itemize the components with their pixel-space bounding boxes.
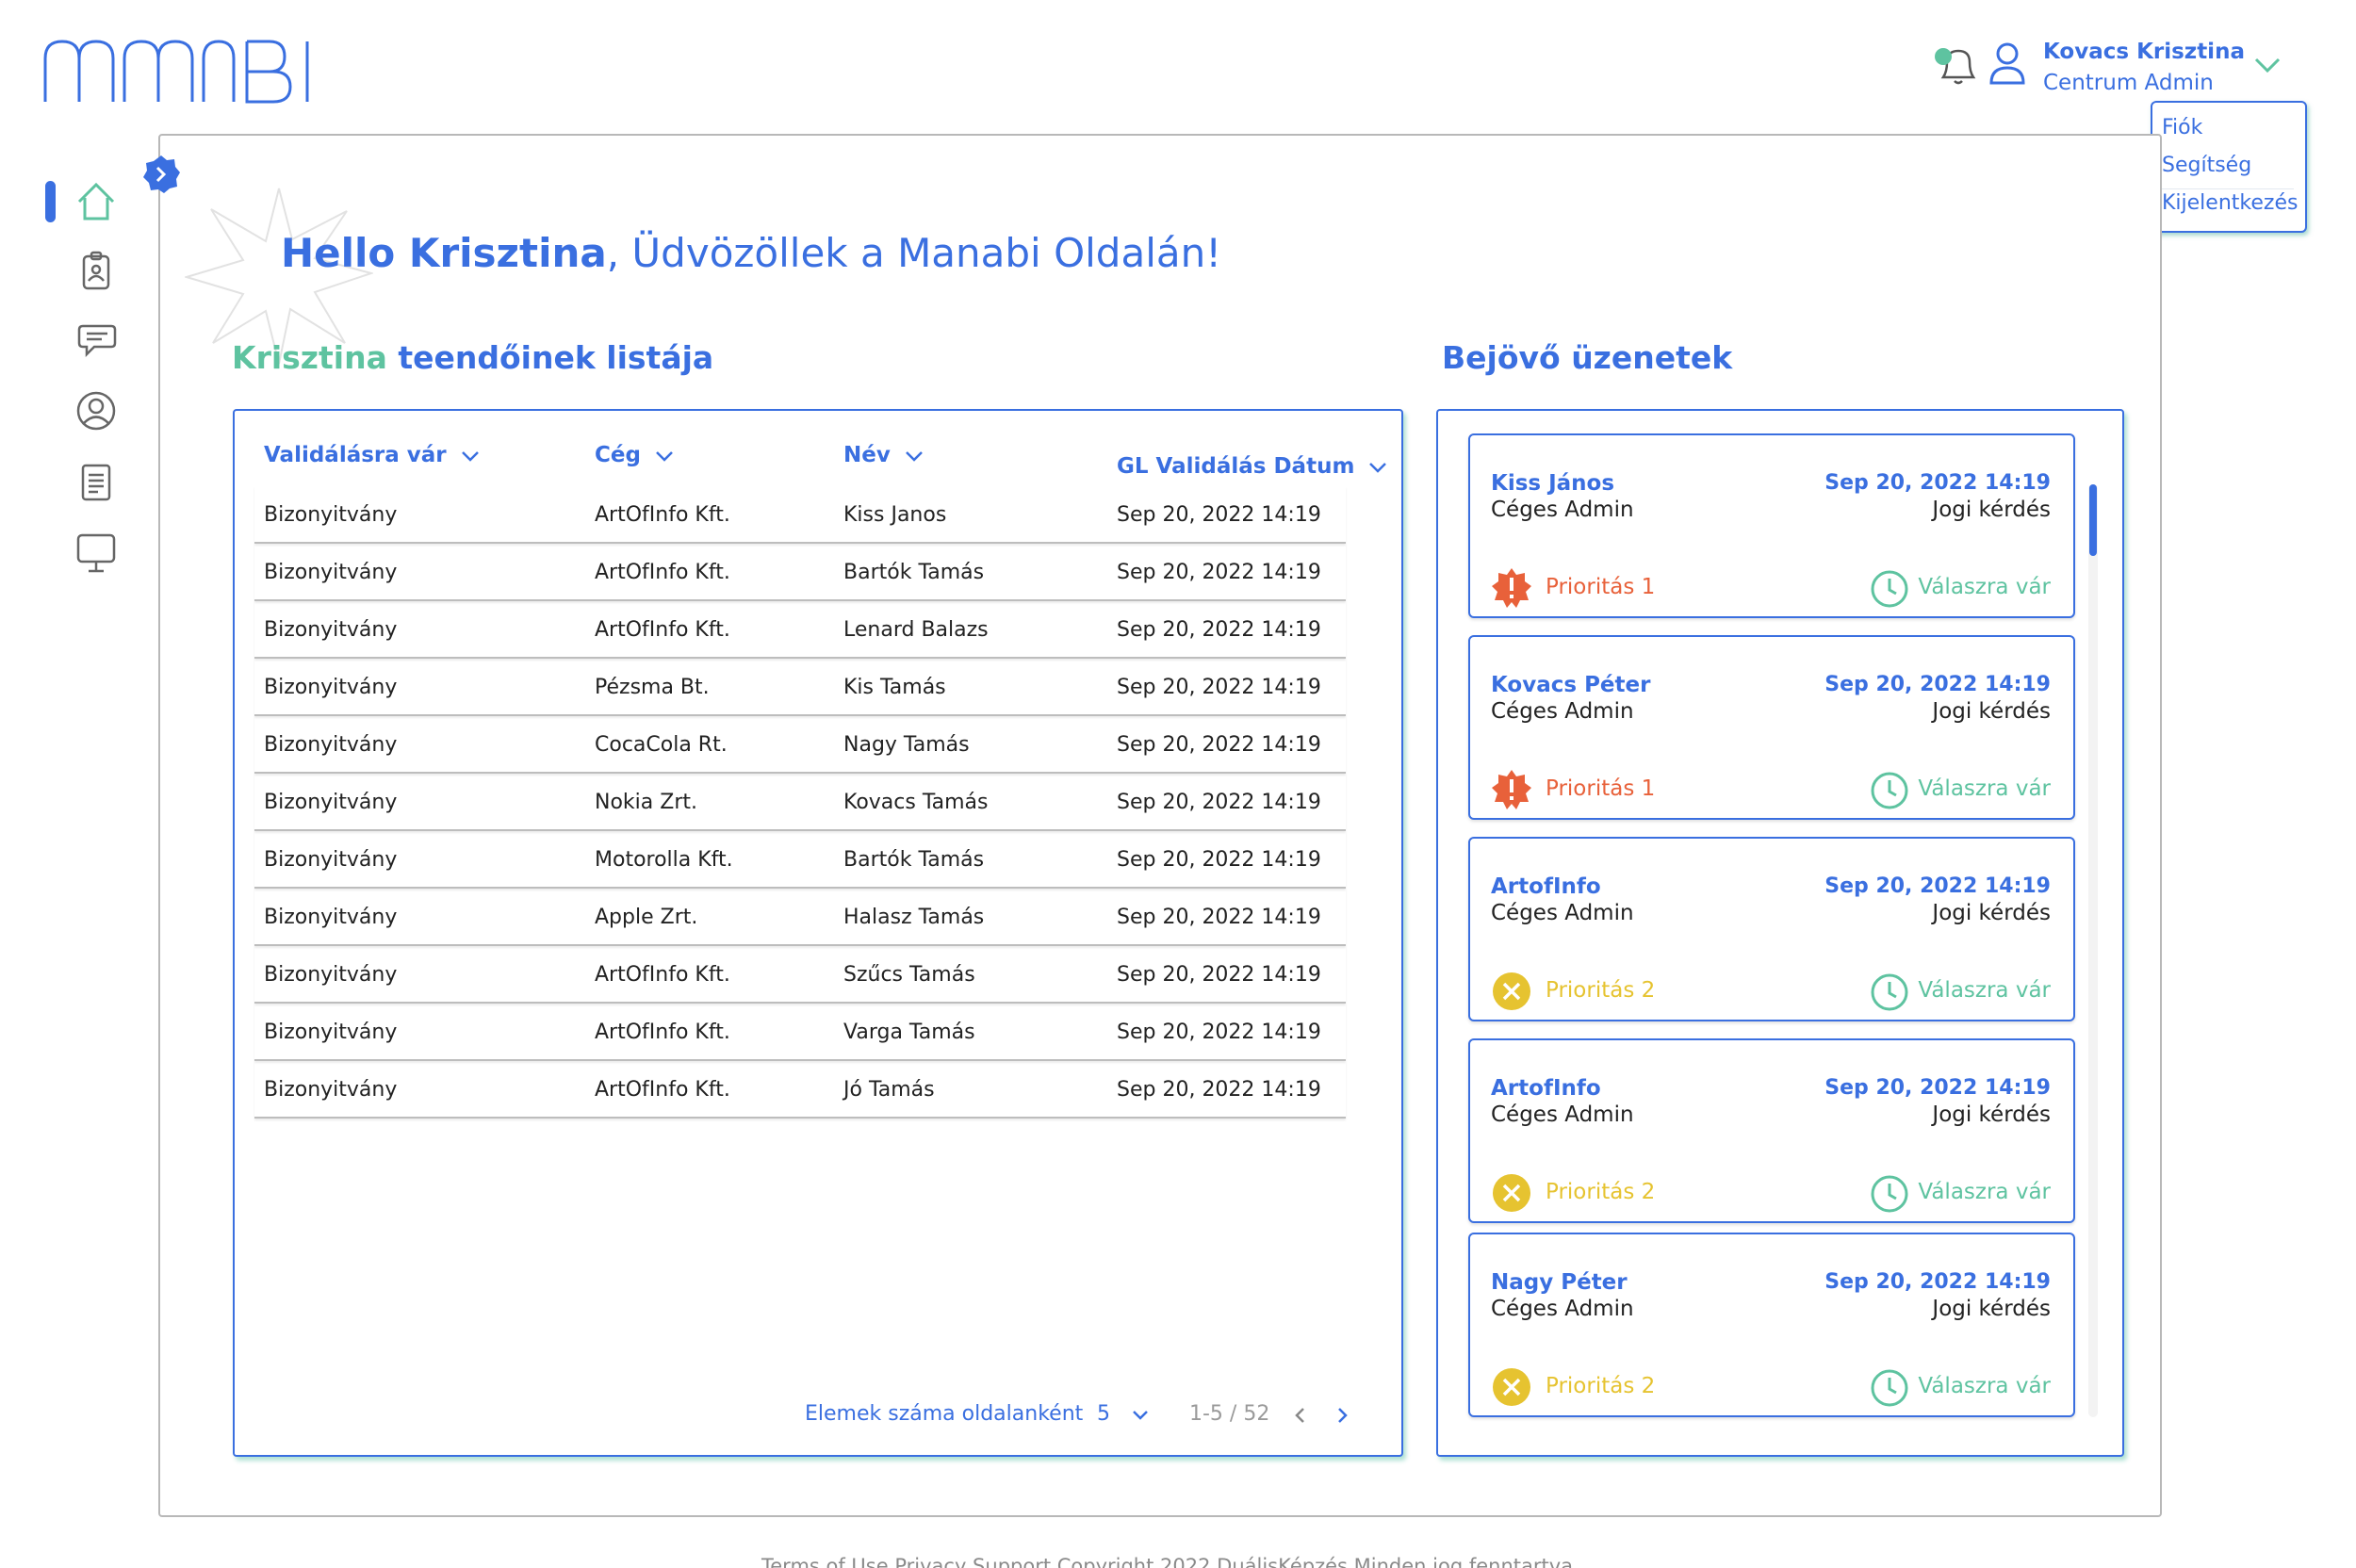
message-sender: Nagy Péter (1491, 1270, 1628, 1295)
chevron-left-icon[interactable] (1289, 1404, 1312, 1427)
page-title: Hello Krisztina, Üdvözöllek a Manabi Old… (281, 230, 1221, 276)
message-topic: Jogi kérdés (1932, 1297, 2051, 1321)
menu-item-logout[interactable]: Kijelentkezés (2162, 189, 2305, 227)
menu-item-help[interactable]: Segítség (2162, 152, 2294, 189)
message-status: Válaszra vár (1918, 978, 2051, 1003)
message-item[interactable]: Kovacs Péter Céges Admin Sep 20, 2022 14… (1468, 635, 2075, 820)
table-row[interactable]: Bizonyitvány CocaCola Rt. Nagy Tamás Sep 20… (254, 716, 1346, 774)
sidebar-expand-icon[interactable] (141, 155, 181, 194)
message-topic: Jogi kérdés (1932, 699, 2051, 724)
clock-icon (1871, 570, 1908, 608)
column-header-date[interactable]: GL Validálás Dátum (1117, 454, 1388, 479)
message-topic: Jogi kérdés (1932, 901, 2051, 925)
user-role: Centrum Admin (2043, 71, 2214, 95)
chevron-right-icon[interactable] (1331, 1404, 1353, 1427)
page-size-select[interactable]: 5 (1097, 1402, 1110, 1426)
menu-item-account[interactable]: Fiók (2162, 114, 2305, 152)
message-priority: Prioritás 2 (1546, 1374, 1656, 1398)
priority-medium-icon (1493, 1174, 1530, 1212)
clock-icon (1871, 973, 1908, 1011)
table-row[interactable]: Bizonyitvány ArtOfInfo Kft. Lenard Balazs S… (254, 601, 1346, 659)
message-sender: ArtofInfo (1491, 1076, 1601, 1101)
message-role: Céges Admin (1491, 498, 1634, 522)
column-header-validation[interactable]: Validálásra vár (264, 443, 481, 467)
todo-section-title: Krisztina teendőinek listája (232, 339, 713, 376)
user-menu-dropdown: Fiók Segítség Kijelentkezés (2151, 101, 2307, 233)
document-icon[interactable] (74, 460, 119, 505)
message-topic: Jogi kérdés (1932, 1102, 2051, 1127)
table-row[interactable]: Bizonyitvány ArtOfInfo Kft. Jó Tamás Sep 20… (254, 1061, 1346, 1119)
table-row[interactable]: Bizonyitvány ArtOfInfo Kft. Kiss Janos Sep … (254, 486, 1346, 544)
footer-text: Terms of Use Privacy Support Copyright 2… (761, 1555, 1574, 1568)
chevron-down-icon (905, 450, 923, 462)
table-row[interactable]: Bizonyitvány ArtOfInfo Kft. Bartók Tamás Se… (254, 544, 1346, 601)
manabi-logo (43, 40, 309, 104)
message-item[interactable]: ArtofInfo Céges Admin Sep 20, 2022 14:19… (1468, 1038, 2075, 1223)
chevron-down-icon (461, 450, 479, 462)
message-status: Válaszra vár (1918, 1180, 2051, 1204)
table-row[interactable]: Bizonyitvány Apple Zrt. Halasz Tamás Sep 20… (254, 889, 1346, 946)
messages-section-title: Bejövő üzenetek (1442, 339, 1733, 376)
greeting-text: , Üdvözöllek a Manabi Oldalán! (606, 230, 1222, 276)
todo-title-name: Krisztina (232, 339, 387, 376)
todo-table: Bizonyitvány ArtOfInfo Kft. Kiss Janos Sep … (254, 486, 1346, 1119)
message-status: Válaszra vár (1918, 1374, 2051, 1398)
clock-icon (1871, 772, 1908, 809)
chevron-down-icon[interactable] (2252, 55, 2282, 75)
notification-bell-icon[interactable] (1930, 43, 1979, 87)
message-item[interactable]: Kiss János Céges Admin Sep 20, 2022 14:1… (1468, 433, 2075, 618)
table-row[interactable]: Bizonyitvány Nokia Zrt. Kovacs Tamás Sep 20… (254, 774, 1346, 831)
monitor-icon[interactable] (74, 530, 119, 575)
message-sender: ArtofInfo (1491, 874, 1601, 899)
message-date: Sep 20, 2022 14:19 (1824, 471, 2051, 495)
message-sender: Kovacs Péter (1491, 673, 1651, 697)
home-icon[interactable] (74, 179, 119, 224)
message-status: Válaszra vár (1918, 776, 2051, 801)
page-range: 1-5 / 52 (1189, 1402, 1270, 1426)
message-item[interactable]: Nagy Péter Céges Admin Sep 20, 2022 14:1… (1468, 1233, 2075, 1417)
message-role: Céges Admin (1491, 901, 1634, 925)
table-row[interactable]: Bizonyitvány ArtOfInfo Kft. Varga Tamás Sep… (254, 1004, 1346, 1061)
priority-medium-icon (1493, 1368, 1530, 1406)
priority-high-icon (1492, 568, 1531, 608)
clock-icon (1871, 1175, 1908, 1213)
table-row[interactable]: Bizonyitvány Motorolla Kft. Bartók Tamás Se… (254, 831, 1346, 889)
messages-scrollbar-thumb[interactable] (2089, 484, 2097, 556)
priority-high-icon (1492, 770, 1531, 809)
message-priority: Prioritás 2 (1546, 978, 1656, 1003)
messages-scrollbar[interactable] (2088, 484, 2098, 1417)
greeting-name: Hello Krisztina (281, 230, 607, 276)
message-status: Válaszra vár (1918, 575, 2051, 599)
table-row[interactable]: Bizonyitvány Pézsma Bt. Kis Tamás Sep 20, 2… (254, 659, 1346, 716)
message-item[interactable]: ArtofInfo Céges Admin Sep 20, 2022 14:19… (1468, 837, 2075, 1021)
column-header-company[interactable]: Cég (595, 443, 675, 467)
chevron-down-icon (1369, 462, 1387, 473)
badge-icon[interactable] (74, 249, 119, 294)
priority-medium-icon (1493, 972, 1530, 1010)
column-header-name[interactable]: Név (843, 443, 924, 467)
chevron-down-icon (656, 450, 673, 462)
message-priority: Prioritás 1 (1546, 776, 1656, 801)
chevron-down-icon[interactable] (1129, 1404, 1152, 1427)
chat-icon[interactable] (74, 318, 119, 364)
message-date: Sep 20, 2022 14:19 (1824, 673, 2051, 696)
profile-icon[interactable] (74, 388, 119, 433)
message-role: Céges Admin (1491, 1297, 1634, 1321)
message-date: Sep 20, 2022 14:19 (1824, 874, 2051, 898)
table-row[interactable]: Bizonyitvány ArtOfInfo Kft. Szűcs Tamás Sep… (254, 946, 1346, 1004)
page-size-label: Elemek száma oldalanként (805, 1402, 1084, 1426)
sidebar-active-indicator (45, 181, 56, 222)
message-date: Sep 20, 2022 14:19 (1824, 1270, 2051, 1294)
message-date: Sep 20, 2022 14:19 (1824, 1076, 2051, 1100)
todo-title-rest: teendőinek listája (386, 339, 714, 376)
message-priority: Prioritás 2 (1546, 1180, 1656, 1204)
user-icon[interactable] (1988, 41, 2026, 85)
message-role: Céges Admin (1491, 699, 1634, 724)
message-topic: Jogi kérdés (1932, 498, 2051, 522)
message-role: Céges Admin (1491, 1102, 1634, 1127)
clock-icon (1871, 1369, 1908, 1407)
message-sender: Kiss János (1491, 471, 1615, 496)
user-name[interactable]: Kovacs Krisztina (2043, 40, 2245, 64)
message-priority: Prioritás 1 (1546, 575, 1656, 599)
